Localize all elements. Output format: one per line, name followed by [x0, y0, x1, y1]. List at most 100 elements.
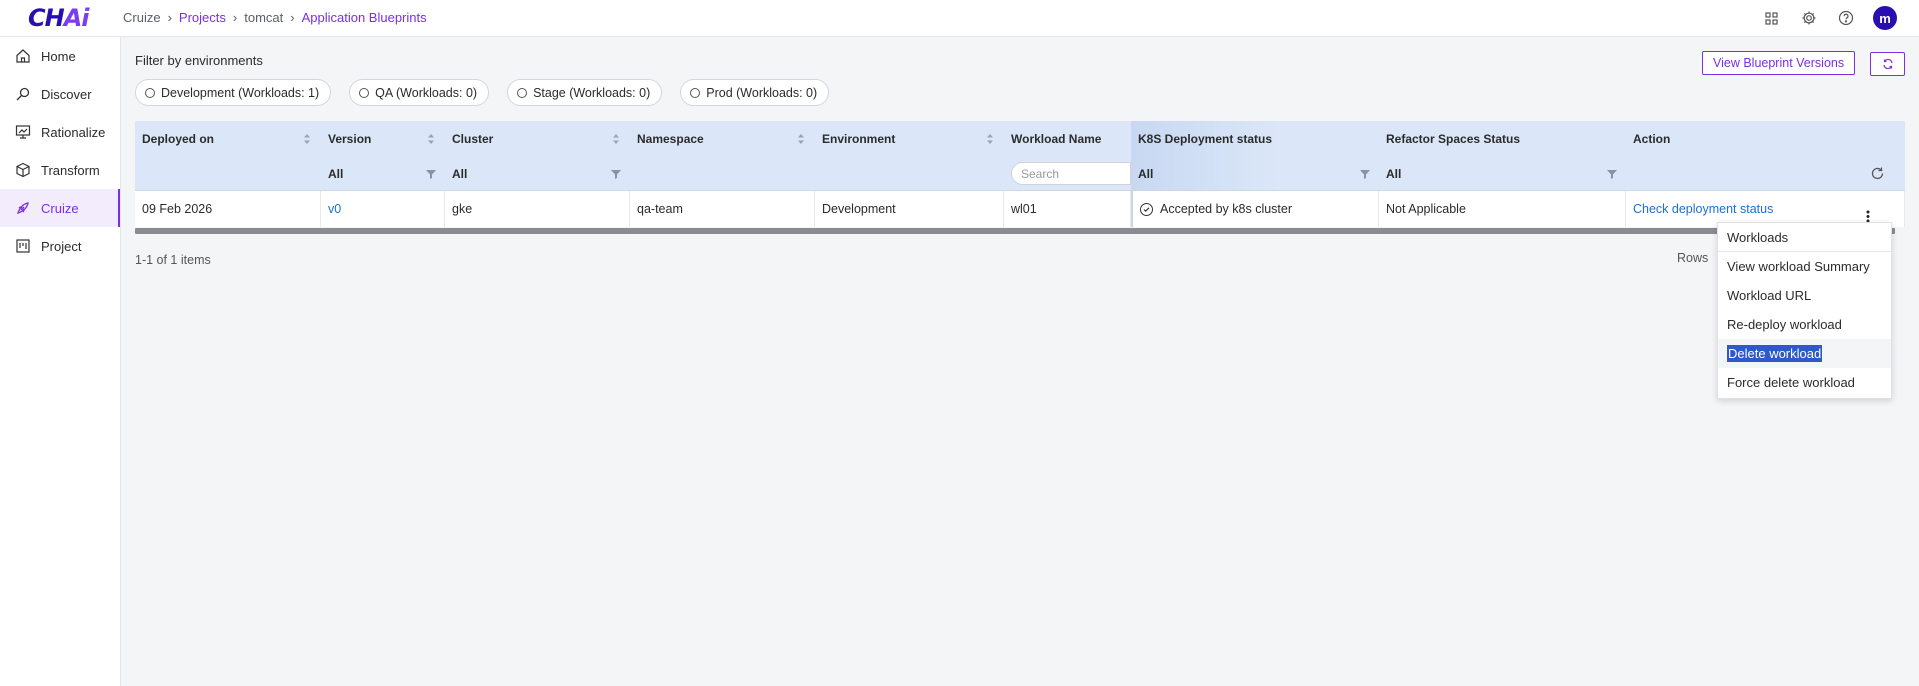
menu-item-force-delete-workload[interactable]: Force delete workload	[1718, 368, 1891, 397]
chip-development[interactable]: Development (Workloads: 1)	[135, 79, 332, 106]
column-label: Refactor Spaces Status	[1386, 132, 1521, 146]
refresh-icon	[1882, 58, 1893, 70]
user-avatar[interactable]: m	[1873, 6, 1897, 30]
help-circle-icon[interactable]	[1836, 9, 1855, 28]
cell-namespace: qa-team	[630, 191, 815, 227]
workload-search-input[interactable]: Search	[1011, 162, 1131, 185]
cube-icon	[16, 162, 30, 178]
breadcrumb-cruize[interactable]: Cruize	[123, 10, 161, 25]
breadcrumb-separator: ›	[167, 10, 172, 25]
project-icon	[16, 239, 30, 253]
table-filter-row: All All Search All All	[135, 157, 1905, 191]
filter-deployed-on	[135, 157, 321, 190]
col-deployed-on[interactable]: Deployed on	[135, 121, 321, 157]
col-action: Action	[1626, 121, 1905, 157]
col-environment[interactable]: Environment	[815, 121, 1004, 157]
chip-prod[interactable]: Prod (Workloads: 0)	[680, 79, 830, 106]
table-row[interactable]: 09 Feb 2026 v0 gke qa-team Development w…	[135, 191, 1905, 227]
chip-label: QA (Workloads: 0)	[375, 85, 478, 100]
chip-label: Prod (Workloads: 0)	[706, 85, 818, 100]
menu-item-view-workload-summary[interactable]: View workload Summary	[1718, 252, 1891, 281]
sidebar-item-label: Transform	[41, 162, 100, 178]
sort-icon[interactable]	[612, 133, 620, 145]
column-label: Workload Name	[1011, 132, 1102, 146]
view-blueprint-versions-button[interactable]: View Blueprint Versions	[1702, 51, 1856, 75]
sort-icon[interactable]	[303, 133, 311, 145]
sidebar-item-label: Discover	[41, 86, 92, 102]
col-cluster[interactable]: Cluster	[445, 121, 630, 157]
discover-icon	[16, 87, 30, 101]
cell-version-link[interactable]: v0	[321, 191, 445, 227]
radio-icon	[517, 87, 528, 98]
chai-logo[interactable]: CHAi	[28, 4, 90, 32]
chip-qa[interactable]: QA (Workloads: 0)	[349, 79, 490, 106]
reset-filters-icon[interactable]	[1870, 166, 1885, 181]
radio-icon	[359, 87, 370, 98]
col-version[interactable]: Version	[321, 121, 445, 157]
column-label: Namespace	[637, 132, 704, 146]
sort-icon[interactable]	[427, 133, 435, 145]
home-icon	[16, 49, 30, 63]
action-link-label: Check deployment status	[1633, 202, 1774, 216]
rows-per-page-label: Rows	[1677, 251, 1709, 265]
filter-version[interactable]: All	[321, 157, 445, 190]
column-label: Environment	[822, 132, 896, 146]
col-workload-name[interactable]: Workload Name	[1004, 121, 1131, 157]
sidebar-item-label: Cruize	[41, 200, 79, 216]
menu-item-workload-url[interactable]: Workload URL	[1718, 281, 1891, 310]
breadcrumb-application-blueprints[interactable]: Application Blueprints	[302, 10, 427, 25]
sidebar-item-home[interactable]: Home	[0, 37, 120, 75]
funnel-icon[interactable]	[1607, 169, 1617, 179]
filter-title: Filter by environments	[135, 53, 263, 68]
col-k8s-status[interactable]: K8S Deployment status	[1131, 121, 1379, 157]
column-label: Version	[328, 132, 372, 146]
col-refactor-status[interactable]: Refactor Spaces Status	[1379, 121, 1626, 157]
refresh-button[interactable]	[1870, 52, 1905, 76]
funnel-icon[interactable]	[611, 169, 621, 179]
menu-item-delete-workload[interactable]: Delete workload	[1718, 339, 1891, 368]
chip-label: Stage (Workloads: 0)	[533, 85, 651, 100]
menu-item-redeploy-workload[interactable]: Re-deploy workload	[1718, 310, 1891, 339]
workload-actions-menu: Workloads View workload Summary Workload…	[1717, 222, 1892, 399]
sidebar-item-cruize[interactable]: Cruize	[0, 189, 120, 227]
filter-refactor-status[interactable]: All	[1379, 157, 1626, 190]
filter-value: All	[452, 166, 468, 181]
col-namespace[interactable]: Namespace	[630, 121, 815, 157]
radio-icon	[145, 87, 155, 98]
apps-grid-icon[interactable]	[1762, 9, 1781, 28]
environment-filter-chips: Development (Workloads: 1) QA (Workloads…	[135, 79, 830, 106]
cell-cluster: gke	[445, 191, 630, 227]
pagination-summary: 1-1 of 1 items	[135, 253, 211, 267]
filter-k8s-status[interactable]: All	[1131, 157, 1379, 190]
horizontal-scrollbar[interactable]	[135, 228, 1895, 234]
filter-cluster[interactable]: All	[445, 157, 630, 190]
status-text: Accepted by k8s cluster	[1160, 202, 1293, 216]
sidebar-item-label: Project	[41, 238, 82, 254]
sidebar-item-discover[interactable]: Discover	[0, 75, 120, 113]
search-placeholder: Search	[1021, 166, 1060, 181]
rationalize-icon	[15, 125, 31, 139]
column-label: K8S Deployment status	[1138, 132, 1273, 146]
chip-stage[interactable]: Stage (Workloads: 0)	[507, 79, 663, 106]
breadcrumb-projects[interactable]: Projects	[179, 10, 226, 25]
breadcrumb-tomcat[interactable]: tomcat	[244, 10, 283, 25]
cell-deployed-on: 09 Feb 2026	[135, 191, 321, 227]
filter-workload-name: Search	[1004, 157, 1131, 190]
filter-namespace	[630, 157, 815, 190]
sort-icon[interactable]	[986, 133, 994, 145]
funnel-icon[interactable]	[426, 169, 436, 179]
sidebar-item-label: Rationalize	[41, 124, 106, 140]
top-header: CHAi Cruize › Projects › tomcat › Applic…	[0, 0, 1919, 37]
sidebar-item-project[interactable]: Project	[0, 227, 120, 265]
sidebar-item-rationalize[interactable]: Rationalize	[0, 113, 120, 151]
funnel-icon[interactable]	[1360, 169, 1370, 179]
sidebar-item-transform[interactable]: Transform	[0, 151, 120, 189]
sort-icon[interactable]	[797, 133, 805, 145]
filter-environment	[815, 157, 1004, 190]
column-label: Deployed on	[142, 132, 215, 146]
filter-action	[1626, 157, 1905, 190]
table-header-row: Deployed on Version Cluster Namespace En…	[135, 121, 1905, 157]
settings-gear-icon[interactable]	[1799, 9, 1818, 28]
breadcrumb-separator: ›	[232, 10, 238, 25]
cell-workload-name: wl01	[1004, 191, 1131, 227]
